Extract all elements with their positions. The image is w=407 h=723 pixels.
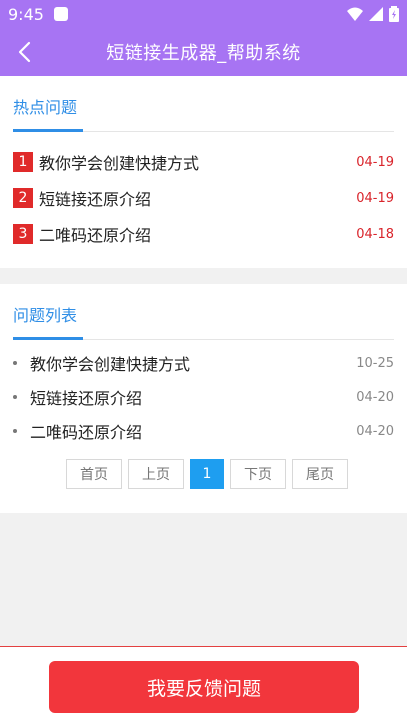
status-bar: 9:45 — [0, 0, 407, 28]
rank-badge: 3 — [13, 224, 33, 244]
list-item-title: 二唯码还原介绍 — [30, 423, 143, 442]
list-section-underline — [13, 337, 83, 340]
list-item-date: 04-20 — [356, 389, 394, 405]
hot-item-date: 04-18 — [356, 226, 394, 242]
status-icons — [347, 6, 399, 22]
status-time: 9:45 — [8, 4, 44, 24]
hot-section-header: 热点问题 — [13, 76, 394, 132]
list-item-title: 教你学会创建快捷方式 — [30, 355, 191, 374]
wifi-icon — [347, 7, 363, 21]
hot-item-3[interactable]: 3 二唯码还原介绍 04-18 — [13, 221, 394, 247]
rank-badge: 1 — [13, 152, 33, 172]
hot-item-1[interactable]: 1 教你学会创建快捷方式 04-19 — [13, 149, 394, 175]
question-list-panel: 问题列表 教你学会创建快捷方式 10-25 短链接还原介绍 04-20 二唯码还… — [0, 284, 407, 513]
hot-item-title: 短链接还原介绍 — [39, 190, 152, 209]
list-item-3[interactable]: 二唯码还原介绍 04-20 — [13, 418, 394, 444]
last-page-button[interactable]: 尾页 — [292, 459, 348, 489]
first-page-button[interactable]: 首页 — [66, 459, 122, 489]
hot-item-title: 教你学会创建快捷方式 — [39, 154, 200, 173]
bullet-icon — [13, 429, 17, 433]
list-section-title: 问题列表 — [13, 306, 78, 325]
list-item-title: 短链接还原介绍 — [30, 389, 143, 408]
feedback-button[interactable]: 我要反馈问题 — [49, 661, 359, 713]
notification-icon — [53, 7, 68, 21]
list-item-2[interactable]: 短链接还原介绍 04-20 — [13, 384, 394, 410]
list-section-header: 问题列表 — [13, 284, 394, 340]
page-title: 短链接生成器_帮助系统 — [106, 43, 301, 64]
signal-icon — [369, 7, 383, 21]
hot-item-2[interactable]: 2 短链接还原介绍 04-19 — [13, 185, 394, 211]
hot-section-title: 热点问题 — [13, 98, 78, 117]
hot-questions-panel: 热点问题 1 教你学会创建快捷方式 04-19 2 短链接还原介绍 04-19 … — [0, 76, 407, 268]
hot-section-underline — [13, 129, 83, 132]
next-page-button[interactable]: 下页 — [230, 459, 286, 489]
list-item-date: 04-20 — [356, 423, 394, 439]
list-item-1[interactable]: 教你学会创建快捷方式 10-25 — [13, 350, 394, 376]
back-arrow-icon[interactable] — [14, 40, 34, 64]
hot-item-title: 二唯码还原介绍 — [39, 226, 152, 245]
pagination: 首页 上页 1 下页 尾页 — [66, 459, 348, 489]
bullet-icon — [13, 361, 17, 365]
bullet-icon — [13, 395, 17, 399]
prev-page-button[interactable]: 上页 — [128, 459, 184, 489]
current-page-button[interactable]: 1 — [190, 459, 224, 489]
battery-icon — [389, 6, 399, 22]
rank-badge: 2 — [13, 188, 33, 208]
hot-item-date: 04-19 — [356, 190, 394, 206]
bottom-bar: 我要反馈问题 — [0, 646, 407, 723]
app-bar: 短链接生成器_帮助系统 — [0, 28, 407, 76]
hot-item-date: 04-19 — [356, 154, 394, 170]
list-item-date: 10-25 — [356, 355, 394, 371]
